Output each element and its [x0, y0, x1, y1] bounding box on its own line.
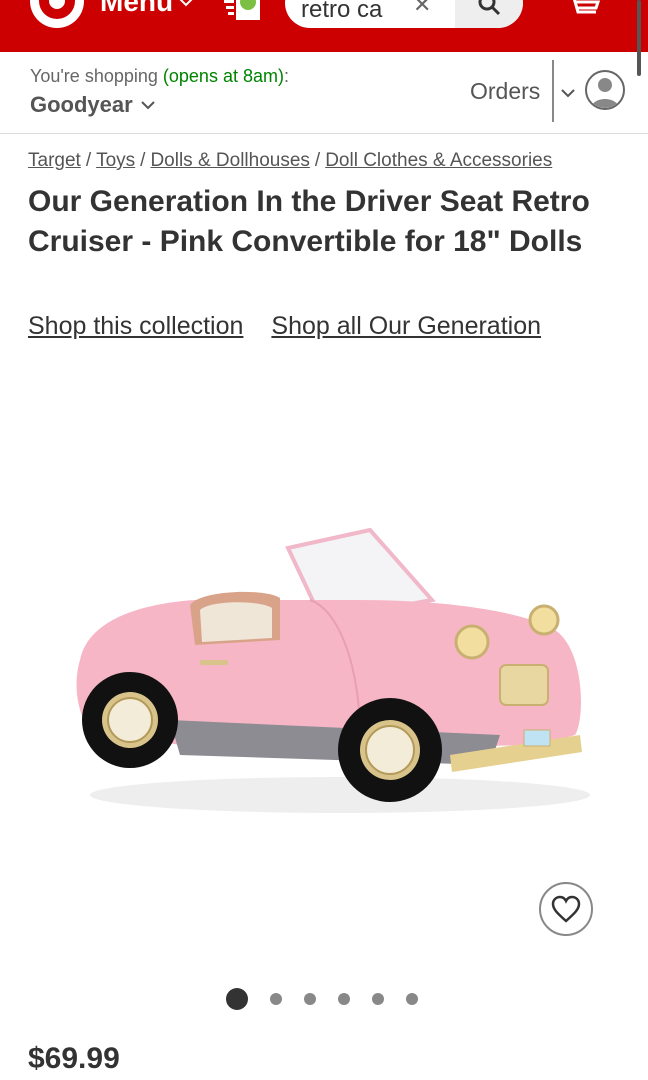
carousel-dots	[226, 988, 418, 1010]
search-icon	[478, 0, 501, 16]
scrollbar[interactable]	[637, 0, 641, 76]
product-title: Our Generation In the Driver Seat Retro …	[28, 185, 590, 258]
breadcrumb-sep: /	[85, 150, 92, 171]
carousel-dot[interactable]	[338, 993, 350, 1005]
promo-icon[interactable]	[222, 0, 262, 24]
cart-icon[interactable]	[566, 0, 602, 25]
breadcrumb-doll-clothes[interactable]: Doll Clothes & Accessories	[325, 150, 552, 171]
carousel-dot[interactable]	[226, 988, 248, 1010]
target-logo-icon[interactable]	[30, 0, 84, 28]
carousel-dot[interactable]	[406, 993, 418, 1005]
carousel-dot[interactable]	[270, 993, 282, 1005]
shopping-status: You're shopping (opens at 8am):	[30, 66, 289, 87]
close-icon[interactable]: ✕	[413, 0, 431, 18]
breadcrumb-sep: /	[140, 150, 146, 171]
product-price: $69.99	[28, 1042, 120, 1075]
breadcrumb-target[interactable]: Target	[28, 150, 81, 171]
top-header: Menu ✕	[0, 0, 648, 52]
breadcrumb-toys[interactable]: Toys	[96, 150, 135, 171]
breadcrumb-dolls[interactable]: Dolls & Dollhouses	[150, 150, 309, 171]
chevron-down-icon[interactable]	[560, 86, 576, 104]
search-input[interactable]	[301, 0, 411, 24]
product-image[interactable]	[60, 520, 600, 830]
chevron-down-icon	[179, 0, 193, 10]
carousel-dot[interactable]	[304, 993, 316, 1005]
store-bar: You're shopping (opens at 8am): Goodyear…	[0, 52, 648, 134]
carousel-dot[interactable]	[372, 993, 384, 1005]
store-selector[interactable]: Goodyear	[30, 92, 155, 118]
shop-collection-link[interactable]: Shop this collection	[28, 312, 243, 341]
colon: :	[283, 66, 289, 86]
menu-button[interactable]: Menu	[100, 0, 193, 18]
breadcrumb: Target / Toys / Dolls & Dollhouses / Doll Clot…	[28, 150, 552, 172]
search-button[interactable]	[455, 0, 523, 28]
menu-label: Menu	[100, 0, 174, 17]
divider	[552, 60, 554, 122]
heart-icon	[551, 895, 581, 923]
shop-links: Shop this collection Shop all Our Genera…	[28, 312, 541, 341]
orders-link[interactable]: Orders	[470, 78, 540, 105]
search-bar: ✕	[285, 0, 523, 28]
store-name: Goodyear	[30, 92, 133, 117]
user-icon[interactable]	[585, 70, 625, 110]
breadcrumb-sep: /	[314, 150, 321, 171]
chevron-down-icon	[140, 101, 155, 110]
open-status: (opens at 8am)	[162, 66, 284, 86]
favorite-button[interactable]	[539, 882, 593, 936]
shop-brand-link[interactable]: Shop all Our Generation	[271, 312, 541, 341]
shopping-prefix: You're shopping	[30, 66, 158, 86]
